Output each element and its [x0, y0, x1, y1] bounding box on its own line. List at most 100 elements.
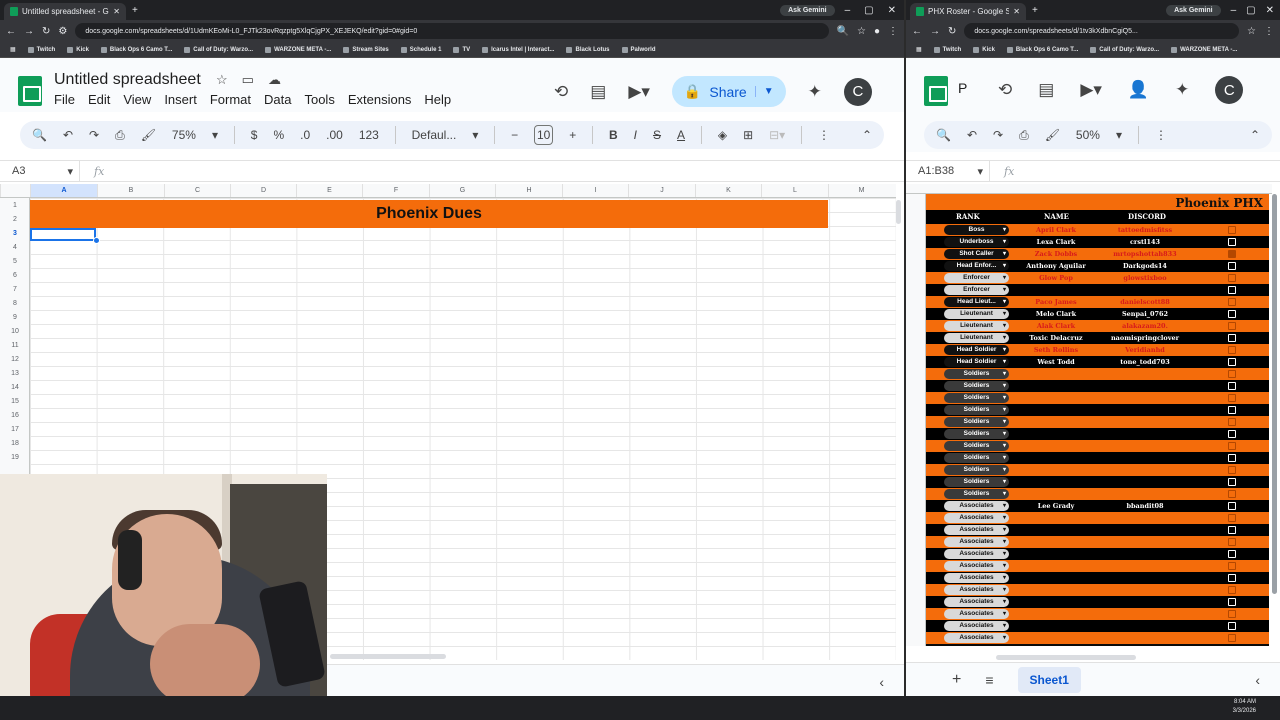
- dues-checkbox[interactable]: [1228, 562, 1236, 570]
- close-tab-icon[interactable]: ✕: [1013, 7, 1020, 16]
- menu-format[interactable]: Format: [210, 92, 251, 107]
- vertical-scrollbar[interactable]: [1272, 194, 1277, 594]
- reload-icon[interactable]: ↻: [42, 26, 50, 37]
- bookmark-item[interactable]: Kick: [973, 46, 995, 53]
- menu-kebab-icon[interactable]: ⋮: [888, 26, 898, 37]
- rank-dropdown[interactable]: Soldiers: [944, 417, 1009, 427]
- menu-view[interactable]: View: [123, 92, 151, 107]
- minimize-icon[interactable]: –: [1231, 5, 1237, 16]
- column-header[interactable]: B: [97, 184, 164, 197]
- name-box[interactable]: A3 ▾: [0, 161, 80, 181]
- add-sheet-icon[interactable]: +: [952, 671, 961, 689]
- maximize-icon[interactable]: ▢: [1246, 5, 1255, 16]
- browser-tab[interactable]: PHX Roster - Google Sheets ✕: [910, 3, 1026, 20]
- fill-color-icon[interactable]: ◈: [718, 128, 727, 142]
- zoom-icon[interactable]: 🔍: [837, 26, 849, 37]
- rank-dropdown[interactable]: Shot Caller: [944, 249, 1009, 259]
- paint-format-icon[interactable]: 🖌: [1045, 128, 1060, 142]
- decrease-decimal-button[interactable]: .0: [300, 128, 310, 142]
- back-icon[interactable]: ←: [912, 26, 922, 37]
- row-header[interactable]: 10: [0, 328, 30, 335]
- roster-table[interactable]: Phoenix PHX RANK NAME DISCORD Boss April …: [926, 194, 1269, 646]
- dues-checkbox[interactable]: [1228, 238, 1236, 246]
- url-field[interactable]: docs.google.com/spreadsheets/d/1tv3kXdbn…: [964, 23, 1240, 39]
- bookmark-star-icon[interactable]: ☆: [857, 26, 866, 37]
- row-header[interactable]: 6: [0, 272, 30, 279]
- row-header[interactable]: 17: [0, 426, 30, 433]
- bookmark-folder[interactable]: TV: [453, 46, 470, 53]
- row-header[interactable]: 1: [0, 202, 30, 209]
- dues-checkbox[interactable]: [1228, 418, 1236, 426]
- dues-checkbox[interactable]: [1228, 622, 1236, 630]
- column-header[interactable]: H: [495, 184, 562, 197]
- redo-icon[interactable]: ↷: [993, 128, 1003, 142]
- rank-dropdown[interactable]: Associates: [944, 525, 1009, 535]
- rank-dropdown[interactable]: Head Soldier: [944, 345, 1009, 355]
- rank-dropdown[interactable]: Lieutenant: [944, 309, 1009, 319]
- rank-dropdown[interactable]: Associates: [944, 573, 1009, 583]
- dues-checkbox[interactable]: [1228, 322, 1236, 330]
- rank-dropdown[interactable]: Associates: [944, 585, 1009, 595]
- row-header[interactable]: 13: [0, 370, 30, 377]
- ask-gemini-button[interactable]: Ask Gemini: [1166, 4, 1221, 16]
- avatar[interactable]: C: [1215, 76, 1244, 104]
- star-icon[interactable]: ☆: [216, 72, 228, 88]
- menu-insert[interactable]: Insert: [164, 92, 197, 107]
- search-menus-icon[interactable]: 🔍: [936, 128, 951, 142]
- font-size-decrease-icon[interactable]: −: [511, 128, 518, 142]
- font-size-input[interactable]: 10: [534, 125, 554, 145]
- new-tab-button[interactable]: +: [1026, 5, 1044, 16]
- column-header[interactable]: K: [695, 184, 761, 197]
- row-header[interactable]: 15: [0, 398, 30, 405]
- dues-checkbox[interactable]: [1228, 274, 1236, 282]
- dues-checkbox[interactable]: [1228, 550, 1236, 558]
- avatar[interactable]: C: [843, 77, 872, 106]
- menu-kebab-icon[interactable]: ⋮: [1264, 26, 1274, 37]
- chevron-down-icon[interactable]: ▾: [212, 128, 218, 142]
- row-header[interactable]: 4: [0, 244, 30, 251]
- bookmark-item[interactable]: Twitch: [27, 46, 55, 53]
- rank-dropdown[interactable]: Soldiers: [944, 453, 1009, 463]
- collapse-toolbar-icon[interactable]: ⌃: [1250, 128, 1260, 142]
- dues-checkbox[interactable]: [1228, 502, 1236, 510]
- number-format-button[interactable]: 123: [359, 128, 379, 142]
- share-dropdown-icon[interactable]: ▼: [754, 86, 774, 97]
- dues-checkbox[interactable]: [1228, 334, 1236, 342]
- version-history-icon[interactable]: ⟲: [554, 82, 568, 102]
- rank-dropdown[interactable]: Soldiers: [944, 489, 1009, 499]
- dues-checkbox[interactable]: [1228, 262, 1236, 270]
- bold-button[interactable]: B: [609, 128, 618, 142]
- move-folder-icon[interactable]: ▭: [242, 72, 254, 88]
- comments-icon[interactable]: ▤: [1038, 80, 1054, 100]
- rank-dropdown[interactable]: Lieutenant: [944, 321, 1009, 331]
- comments-icon[interactable]: ▤: [590, 82, 606, 102]
- reload-icon[interactable]: ↻: [948, 26, 956, 37]
- dues-checkbox[interactable]: [1228, 526, 1236, 534]
- column-header[interactable]: M: [828, 184, 894, 197]
- undo-icon[interactable]: ↶: [63, 128, 73, 142]
- row-header[interactable]: 12: [0, 356, 30, 363]
- dues-checkbox[interactable]: [1228, 382, 1236, 390]
- row-header[interactable]: 2: [0, 216, 30, 223]
- print-icon[interactable]: ⎙: [1019, 128, 1029, 143]
- dues-checkbox[interactable]: [1228, 286, 1236, 294]
- collapse-sidebar-icon[interactable]: ‹: [1255, 672, 1260, 688]
- rank-dropdown[interactable]: Associates: [944, 561, 1009, 571]
- rank-dropdown[interactable]: Associates: [944, 621, 1009, 631]
- gemini-icon[interactable]: ✦: [1175, 80, 1189, 100]
- bookmark-item[interactable]: Call of Duty: Warzo...: [184, 46, 253, 53]
- minimize-icon[interactable]: –: [845, 5, 851, 16]
- rank-dropdown[interactable]: Associates: [944, 537, 1009, 547]
- italic-button[interactable]: I: [634, 128, 637, 142]
- close-window-icon[interactable]: ✕: [888, 5, 896, 16]
- zoom-select[interactable]: 50%: [1076, 128, 1100, 142]
- print-icon[interactable]: ⎙: [115, 128, 125, 143]
- bookmark-folder[interactable]: Schedule 1: [400, 46, 441, 53]
- rank-dropdown[interactable]: Associates: [944, 513, 1009, 523]
- back-icon[interactable]: ←: [6, 26, 16, 37]
- vertical-scrollbar[interactable]: [896, 200, 901, 224]
- dues-checkbox[interactable]: [1228, 634, 1236, 642]
- gemini-icon[interactable]: ✦: [808, 82, 822, 102]
- apps-icon[interactable]: ▦: [916, 46, 922, 53]
- bookmark-item[interactable]: Icarus Intel | Interact...: [482, 46, 554, 53]
